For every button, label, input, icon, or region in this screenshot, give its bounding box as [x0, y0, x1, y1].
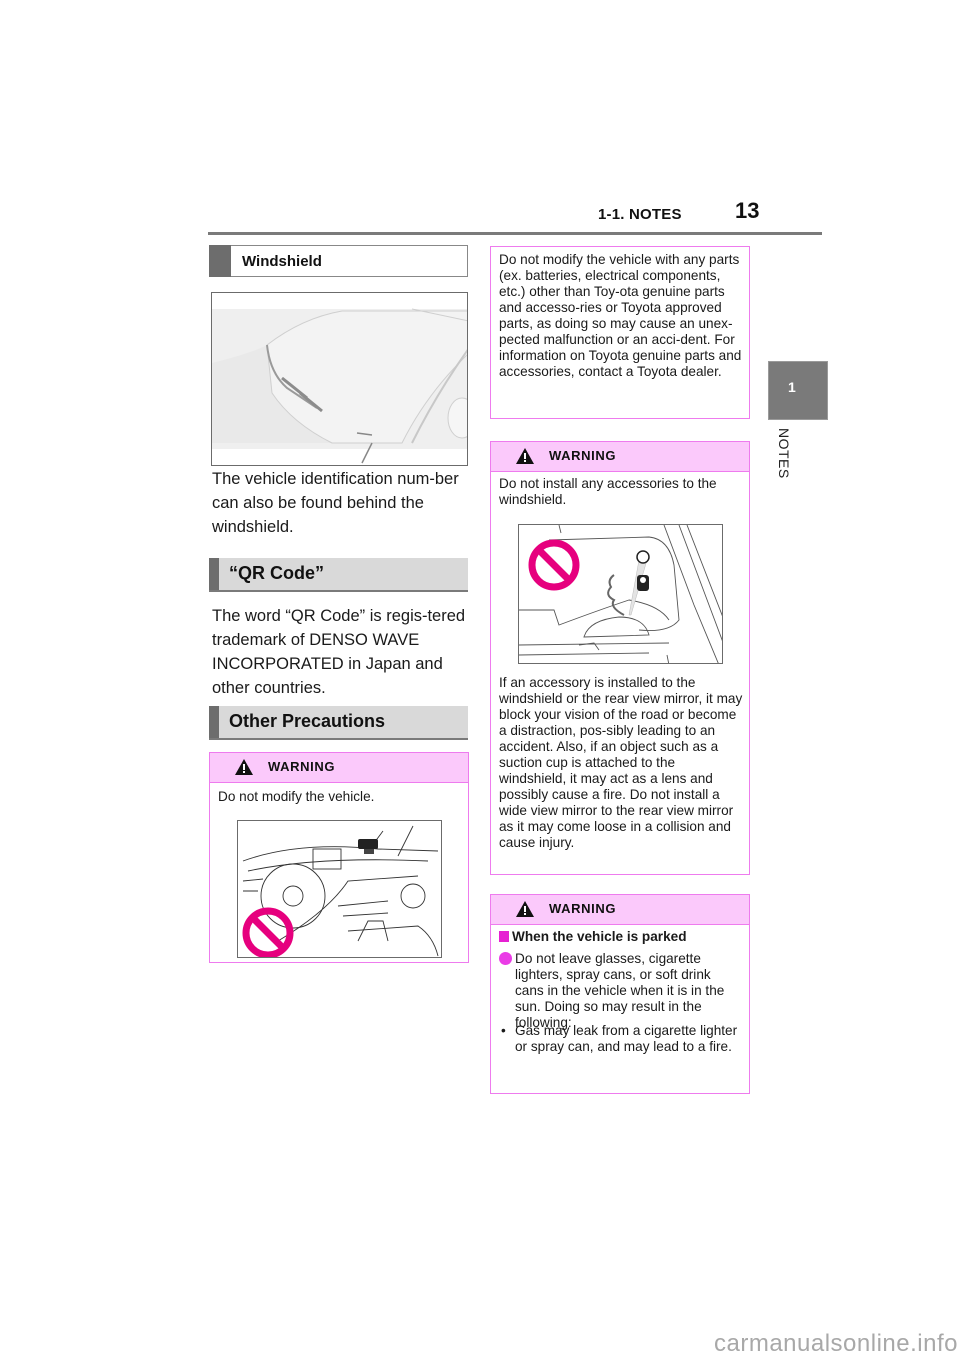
- warning-box-parked: WARNING When the vehicle is parked Do no…: [490, 894, 750, 1094]
- qr-code-heading: “QR Code”: [209, 558, 468, 592]
- warning-title: WARNING: [268, 759, 336, 774]
- windshield-accessory-figure: [518, 524, 723, 664]
- warning-header: WARNING: [491, 442, 749, 472]
- warning-triangle-icon: [235, 759, 253, 775]
- windshield-accessory-illustration: [519, 525, 722, 663]
- modify-parts-note-box: Do not modify the vehicle with any parts…: [490, 246, 750, 419]
- other-precautions-heading-text: Other Precautions: [229, 711, 386, 731]
- windshield-heading-text: Windshield: [242, 253, 322, 270]
- warning-triangle-icon: [516, 901, 534, 917]
- warning-text: Do not modify the vehicle.: [218, 789, 375, 804]
- windshield-text: The vehicle identification num-ber can a…: [212, 470, 459, 536]
- warning-intro-text: Do not install any accessories to the wi…: [499, 476, 717, 507]
- section-title: 1-1. NOTES: [598, 206, 682, 223]
- other-precautions-heading: Other Precautions: [209, 706, 468, 740]
- heading-bar: [209, 245, 231, 277]
- parked-sub-bullet-text: Gas may leak from a cigarette lighter or…: [515, 1023, 738, 1054]
- warning-title: WARNING: [549, 901, 617, 916]
- windshield-figure: [211, 292, 468, 466]
- qr-code-text: The word “QR Code” is regis-tered tradem…: [212, 607, 466, 697]
- chapter-label: NOTES: [770, 428, 792, 498]
- windshield-heading: Windshield: [209, 245, 468, 277]
- page-number: 13: [735, 198, 760, 223]
- warning-box-windshield: WARNING Do not install any accessories t…: [490, 441, 750, 875]
- dashboard-illustration: [242, 825, 439, 957]
- qr-code-heading-text: “QR Code”: [229, 563, 325, 583]
- square-bullet-icon: [499, 931, 509, 942]
- watermark: carmanualsonline.info: [714, 1330, 958, 1357]
- windshield-illustration: [212, 308, 467, 465]
- parked-subheading-text: When the vehicle is parked: [512, 929, 687, 944]
- warning-header: WARNING: [210, 753, 468, 783]
- header-divider: [208, 232, 822, 235]
- chapter-label-text: NOTES: [776, 428, 792, 479]
- circle-bullet-icon: [499, 952, 512, 965]
- parked-bullet-text: Do not leave glasses, cigarette lighters…: [515, 951, 725, 1030]
- warning-header: WARNING: [491, 895, 749, 925]
- chapter-tab[interactable]: 1: [768, 361, 828, 420]
- parked-subheading: When the vehicle is parked: [499, 929, 687, 945]
- prohibition-icon: [242, 907, 294, 957]
- modify-parts-text: Do not modify the vehicle with any parts…: [499, 252, 742, 379]
- dashboard-figure: [237, 820, 442, 958]
- heading-bar: [209, 558, 219, 590]
- warning-title: WARNING: [549, 448, 617, 463]
- heading-bar: [209, 706, 219, 738]
- warning-body-text: If an accessory is installed to the wind…: [499, 675, 743, 850]
- warning-triangle-icon: [516, 448, 534, 464]
- dot-bullet-icon: •: [501, 1023, 506, 1038]
- chapter-tab-number: 1: [788, 379, 796, 395]
- prohibition-icon: [528, 539, 580, 591]
- warning-box-modify: WARNING Do not modify the vehicle.: [209, 752, 469, 963]
